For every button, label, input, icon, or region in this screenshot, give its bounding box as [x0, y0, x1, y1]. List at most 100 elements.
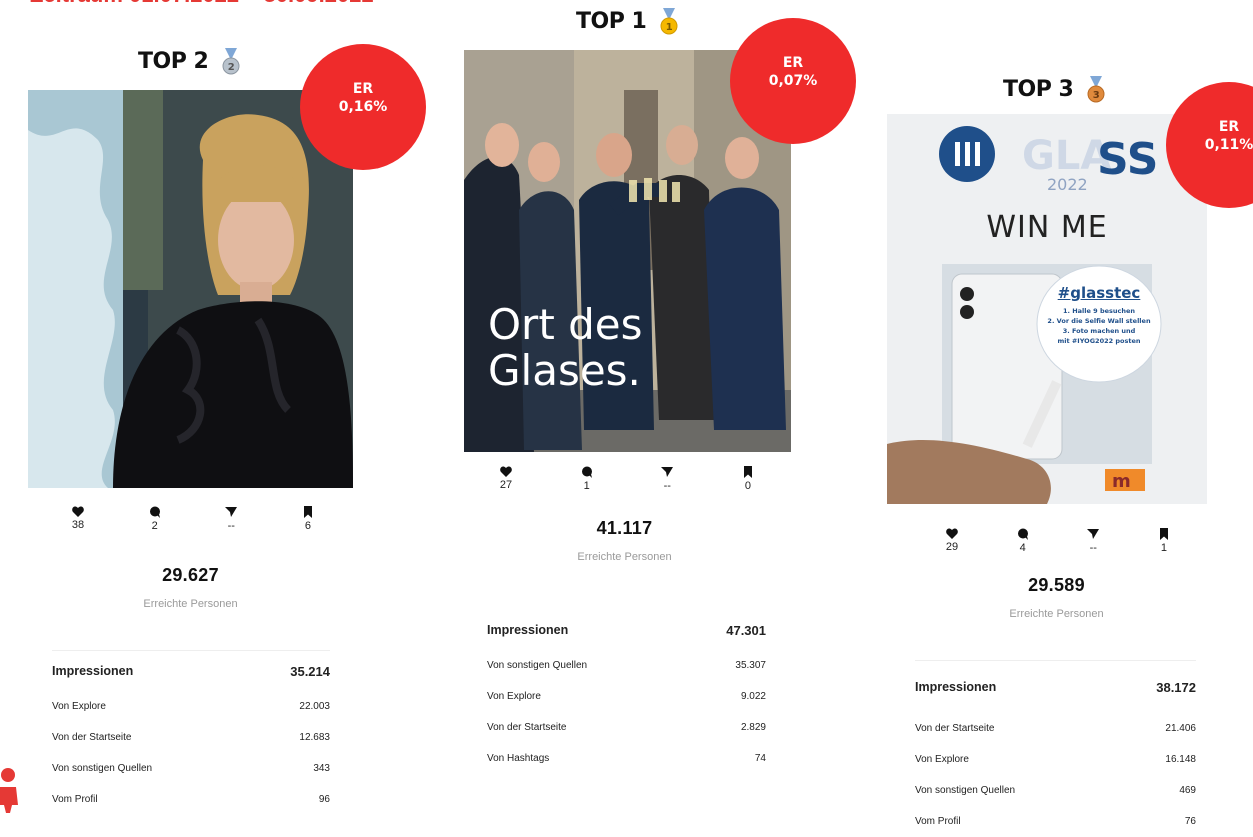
impressions-value: 38.172: [1156, 679, 1196, 695]
saves-count: 1: [1160, 542, 1168, 554]
source-value: 74: [754, 753, 766, 764]
silver-medal-icon: 2: [222, 48, 240, 75]
comments-stat: 4: [1003, 528, 1043, 554]
source-row: Von sonstigen Quellen 343: [52, 753, 330, 784]
bookmark-icon: [1159, 528, 1168, 540]
reach-block: 29.627 Erreichte Personen: [88, 565, 293, 610]
rank-label: TOP 2: [138, 49, 209, 74]
source-row: Von Hashtags 74: [487, 743, 766, 774]
post-image-woman[interactable]: [28, 90, 353, 488]
svg-text:m: m: [1112, 471, 1131, 492]
source-label: Von sonstigen Quellen: [915, 785, 1016, 796]
shares-count: --: [1089, 542, 1097, 554]
source-label: Von der Startseite: [52, 732, 132, 743]
source-label: Vom Profil: [52, 794, 98, 805]
rank-label: TOP 1: [576, 9, 647, 34]
poster-hashtag: #glasstec: [1057, 284, 1141, 302]
comment-bubble-icon: [1017, 528, 1028, 540]
shares-stat: --: [647, 466, 687, 492]
er-badge: ER 0,16%: [300, 44, 426, 170]
send-icon: [1087, 529, 1100, 539]
photo-caption-line1: Ort des: [488, 300, 643, 349]
heart-icon: [946, 528, 958, 539]
source-row: Von Explore 9.022: [487, 681, 766, 712]
source-label: Von sonstigen Quellen: [52, 763, 153, 774]
reach-label: Erreichte Personen: [143, 598, 238, 610]
likes-count: 29: [945, 541, 959, 553]
likes-stat: 29: [932, 528, 972, 554]
er-label: ER: [352, 81, 374, 97]
woman-portrait-illustration: [28, 90, 353, 488]
heart-icon: [72, 506, 84, 517]
source-row: Von Explore 16.148: [915, 744, 1196, 775]
svg-text:3: 3: [1093, 90, 1100, 101]
reach-number: 41.117: [596, 518, 653, 538]
reach-number: 29.589: [1028, 575, 1085, 595]
impressions-value: 47.301: [726, 622, 766, 638]
source-value: 343: [313, 763, 330, 774]
svg-text:1: 1: [666, 22, 673, 33]
er-label: ER: [782, 55, 804, 71]
comments-count: 2: [151, 520, 158, 532]
likes-stat: 27: [486, 466, 526, 492]
reach-label: Erreichte Personen: [577, 551, 672, 563]
comments-count: 1: [583, 480, 590, 492]
source-label: Von der Startseite: [487, 722, 567, 733]
source-value: 469: [1179, 785, 1196, 796]
source-value: 12.683: [299, 732, 330, 743]
source-label: Von Explore: [487, 691, 541, 702]
rank-heading: TOP 1 1: [576, 8, 679, 36]
er-value: 0,11%: [1204, 137, 1253, 153]
impressions-label: Impressionen: [487, 623, 569, 637]
impressions-row: Impressionen 47.301: [487, 610, 766, 650]
engagement-stats: 38 2 -- 6: [58, 506, 328, 532]
saves-count: 0: [744, 480, 752, 492]
comments-count: 4: [1019, 542, 1026, 554]
reach-block: 29.589 Erreichte Personen: [954, 575, 1159, 620]
impressions-row: Impressionen 35.214: [52, 651, 330, 691]
poster-step: mit #IYOG2022 posten: [1057, 337, 1141, 345]
poster-step: 3. Foto machen und: [1062, 327, 1136, 335]
shares-stat: --: [211, 506, 251, 532]
source-value: 35.307: [735, 660, 766, 671]
comment-bubble-icon: [149, 506, 160, 518]
photo-caption-line2: Glases.: [488, 346, 641, 395]
source-value: 96: [318, 794, 330, 805]
source-label: Von Hashtags: [487, 753, 550, 764]
reach-block: 41.117 Erreichte Personen: [522, 518, 727, 563]
source-label: Von Explore: [915, 754, 969, 765]
heart-icon: [500, 466, 512, 477]
poster-title: WIN ME: [986, 210, 1108, 245]
source-row: Vom Profil 96: [52, 784, 330, 815]
source-row: Von sonstigen Quellen 469: [915, 775, 1196, 806]
er-badge: ER 0,07%: [730, 18, 856, 144]
svg-text:SS: SS: [1097, 134, 1158, 185]
post-image-win-me[interactable]: GLA SS 2022 m WIN ME #glasstec 1. Halle …: [887, 114, 1207, 504]
source-row: Von sonstigen Quellen 35.307: [487, 650, 766, 681]
likes-count: 27: [499, 479, 513, 491]
impressions-label: Impressionen: [915, 680, 997, 694]
engagement-stats: 29 4 -- 1: [932, 528, 1184, 554]
er-value: 0,16%: [338, 99, 388, 115]
engagement-stats: 27 1 -- 0: [486, 466, 768, 492]
saves-count: 6: [304, 520, 312, 532]
source-value: 22.003: [299, 701, 330, 712]
source-label: Von der Startseite: [915, 723, 995, 734]
comments-stat: 1: [567, 466, 607, 492]
poster-instructions: #glasstec 1. Halle 9 besuchen 2. Vor die…: [1037, 284, 1161, 346]
reach-label: Erreichte Personen: [1009, 608, 1104, 620]
rank-heading: TOP 2 2: [138, 48, 241, 76]
source-value: 9.022: [740, 691, 766, 702]
brand-logo-icon: [0, 768, 18, 813]
poster-year: 2022: [1047, 175, 1088, 194]
source-row: Von der Startseite 12.683: [52, 722, 330, 753]
bookmark-icon: [303, 506, 312, 518]
er-label: ER: [1218, 119, 1240, 135]
impressions-label: Impressionen: [52, 664, 134, 678]
rank-heading: TOP 3 3: [1003, 76, 1106, 104]
likes-count: 38: [71, 519, 85, 531]
shares-count: --: [227, 520, 235, 532]
saves-stat: 0: [728, 466, 768, 492]
source-label: Von sonstigen Quellen: [487, 660, 588, 671]
er-value: 0,07%: [768, 73, 818, 89]
